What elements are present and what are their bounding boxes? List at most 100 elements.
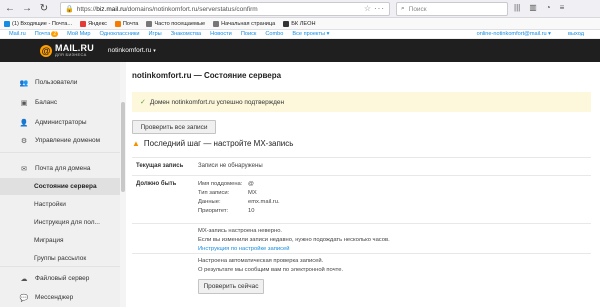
expected-field-key: Приоритет: <box>198 208 229 214</box>
sidebar-item[interactable]: 💬 Мессенджер <box>0 289 120 306</box>
expected-record-row: Должно быть Имя поддомена: @ Тип записи: MX… <box>132 175 591 223</box>
chevron-down-icon: ▾ <box>153 48 156 54</box>
portal-link[interactable]: Mail.ru <box>9 31 26 37</box>
expected-field-key: Имя поддомена: <box>198 181 243 187</box>
sidebar: 👥 Пользователи ▣ Баланс 👤 Администраторы ⚙ Упра… <box>0 62 120 307</box>
forward-icon[interactable]: → <box>20 2 34 16</box>
portal-link[interactable]: Новости <box>210 31 232 37</box>
sidebar-item-label: Почта для домена <box>35 165 91 172</box>
expected-field: Данные: emx.mail.ru. <box>198 199 280 205</box>
bookmark-item[interactable]: Почта <box>114 20 139 27</box>
bookmark-favicon-icon <box>146 20 153 27</box>
scrollbar-thumb[interactable] <box>121 102 125 192</box>
browser-toolbar: ← → ↻ 🔒 https://biz.mail.ru/domains/noti… <box>0 0 600 18</box>
bookmark-item[interactable]: БК ЛЕОН <box>283 20 316 27</box>
portal-link[interactable]: Знакомства <box>171 31 201 37</box>
address-bar[interactable]: 🔒 https://biz.mail.ru/domains/notinkomfo… <box>60 2 390 16</box>
domain-selector[interactable]: notinkomfort.ru ▾ <box>108 47 156 54</box>
sidebar-item[interactable]: Группы рассылок <box>0 250 120 267</box>
bookmark-item[interactable]: Начальная страница <box>213 20 276 27</box>
expected-field: Приоритет: 10 <box>198 208 254 214</box>
portal-link[interactable]: Combo <box>265 31 283 37</box>
sidebar-item-label: Настройки <box>34 201 66 208</box>
instructions-link[interactable]: Инструкция по настройке записей <box>198 246 290 252</box>
portal-link[interactable]: Мой Мир <box>67 31 90 37</box>
current-record-label: Текущая запись <box>136 163 184 169</box>
domain-name: notinkomfort.ru <box>107 47 152 54</box>
sidebar-item-label: Группы рассылок <box>34 255 87 262</box>
search-input[interactable]: ⌕ Поиск <box>396 2 508 16</box>
check-now-button[interactable]: Проверить сейчас <box>198 279 264 294</box>
sidebar-item-label: Управление доменом <box>35 137 101 144</box>
sidebar-item-label: Мессенджер <box>35 294 74 301</box>
sidebar-item[interactable]: Инструкция для пол... <box>0 214 120 231</box>
account-icon[interactable]: ◔ <box>546 3 551 12</box>
expected-record-label: Должно быть <box>136 181 177 187</box>
sidebar-item[interactable]: ▣ Баланс <box>0 94 120 111</box>
portal-link[interactable]: Игры <box>149 31 162 37</box>
bookmark-favicon-icon <box>80 20 87 27</box>
bookmark-item[interactable]: (1) Входящие - Почта... <box>4 20 73 27</box>
url-domain: biz.mail.ru <box>96 5 126 13</box>
bookmark-label: Почта <box>122 20 139 27</box>
portal-link[interactable]: Поиск <box>241 31 257 37</box>
back-icon[interactable]: ← <box>3 2 17 16</box>
page-actions-icon[interactable]: ··· <box>374 4 385 13</box>
bookmark-label: БК ЛЕОН <box>291 20 316 27</box>
sidebar-item[interactable]: ⚙ Управление доменом <box>0 132 120 149</box>
bookmark-favicon-icon <box>213 20 220 27</box>
unread-count-badge: 2 <box>51 31 59 37</box>
bookmark-label: (1) Входящие - Почта... <box>12 20 73 27</box>
user-email-link[interactable]: online-notinkomfort@mail.ru ▾ <box>477 31 551 37</box>
mx-error-text: MX-запись настроена неверно. <box>198 228 283 234</box>
bookmark-item[interactable]: Яндекс <box>80 20 107 27</box>
portal-link[interactable]: Одноклассники <box>100 31 140 37</box>
library-icon[interactable]: ||| <box>514 3 520 12</box>
sidebar-item[interactable]: 👤 Администраторы <box>0 114 120 131</box>
sidebar-item[interactable]: Состояние сервера <box>0 178 120 195</box>
mail-icon: ✉ <box>21 165 27 173</box>
expected-field-value: emx.mail.ru. <box>248 199 280 205</box>
expected-field-value: 10 <box>248 208 255 214</box>
portal-link-label: Знакомства <box>170 31 202 37</box>
check-icon: ✓ <box>140 99 146 106</box>
sidebar-item-label: Пользователи <box>35 79 78 86</box>
expected-field-key: Данные: <box>198 199 221 205</box>
url-prefix: https:// <box>76 5 97 13</box>
portal-link-label: Mail.ru <box>9 31 26 37</box>
bookmark-label: Часто посещаемые <box>154 20 206 27</box>
step-heading: ▲ Последний шаг — настройте MX-запись <box>132 139 293 148</box>
current-record-value: Записи не обнаружены <box>198 163 263 169</box>
portal-link[interactable]: Почта 2 <box>35 31 59 37</box>
sidebar-item[interactable]: 👥 Пользователи <box>0 74 120 91</box>
warning-icon: ▲ <box>132 139 140 148</box>
current-record-row: Текущая запись Записи не обнаружены <box>132 157 591 175</box>
sidebar-item[interactable]: Миграция <box>0 232 120 249</box>
portal-link[interactable]: Все проекты ▾ <box>292 31 329 37</box>
sidebar-item-label: Баланс <box>35 99 58 106</box>
step-title: Последний шаг — настройте MX-запись <box>143 139 294 148</box>
sidebar-toggle-icon[interactable]: ▥ <box>529 3 537 12</box>
check-all-records-button[interactable]: Проверить все записи <box>132 120 216 134</box>
logout-link[interactable]: выход <box>568 31 584 37</box>
star-icon[interactable]: ☆ <box>364 4 371 13</box>
chat-icon: 💬 <box>19 294 29 302</box>
bookmark-favicon-icon <box>114 20 121 27</box>
portal-link-label: Игры <box>148 31 162 37</box>
bookmark-item[interactable]: Часто посещаемые <box>146 20 206 27</box>
mailru-business-logo[interactable]: @ MAIL.RU ДЛЯ БИЗНЕСА <box>40 44 94 57</box>
menu-icon[interactable]: ≡ <box>560 3 565 12</box>
portal-link-label: Combo <box>265 31 284 37</box>
expected-field-key: Тип записи: <box>198 190 230 196</box>
sidebar-item[interactable]: ✉ Почта для домена <box>0 160 120 177</box>
sidebar-item[interactable]: Настройки <box>0 196 120 213</box>
admin-icon: 👤 <box>19 119 29 127</box>
portal-link-label: Поиск <box>240 31 257 37</box>
reload-icon[interactable]: ↻ <box>37 2 51 16</box>
sidebar-item-label: Файловый сервер <box>35 275 90 282</box>
wallet-icon: ▣ <box>20 99 28 107</box>
auto-check-row: Настроена автоматическая проверка записе… <box>132 253 591 303</box>
sidebar-divider <box>0 266 120 267</box>
bookmark-label: Начальная страница <box>221 20 276 27</box>
sidebar-item[interactable]: ☁ Файловый сервер <box>0 270 120 287</box>
